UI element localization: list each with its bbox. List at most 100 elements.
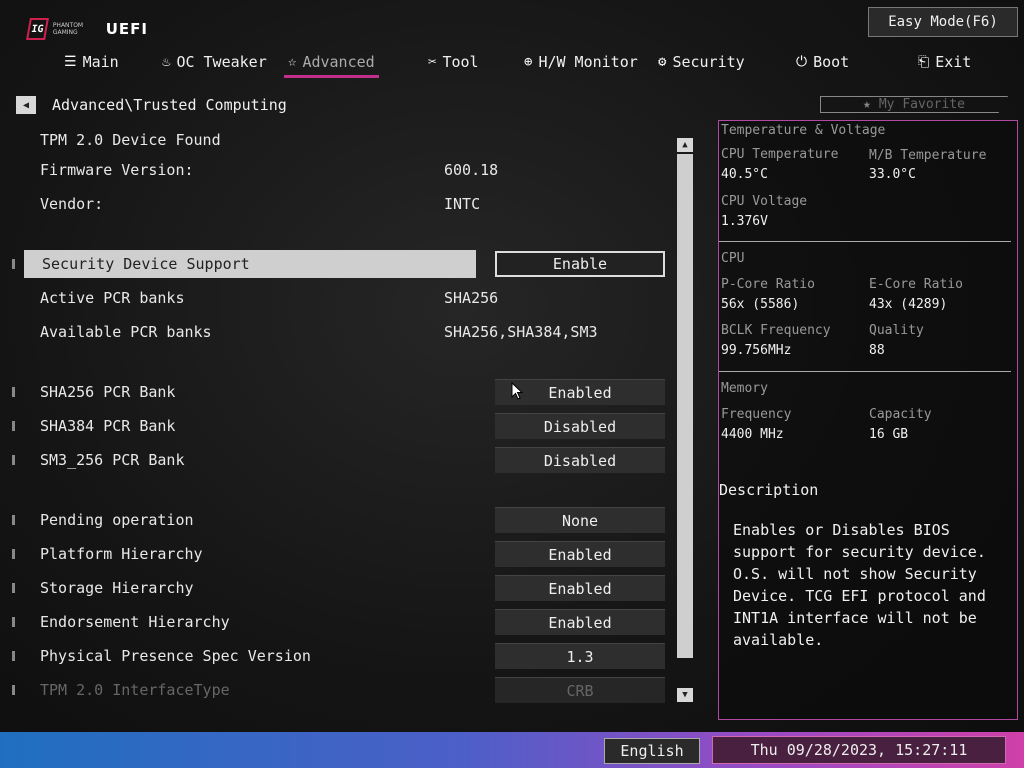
scrollbar-thumb[interactable] xyxy=(677,154,693,658)
temp-voltage-title: Temperature & Voltage xyxy=(721,123,886,138)
cpu-temp-value: 40.5°C xyxy=(721,167,768,182)
hardware-monitor-panel: Temperature & Voltage CPU Temperature 40… xyxy=(718,120,1018,720)
memory-section-title: Memory xyxy=(721,381,768,396)
globe-icon: ⊕ xyxy=(524,54,533,70)
my-favorite-label: My Favorite xyxy=(878,97,965,112)
item-marker xyxy=(12,583,15,593)
sm3-pcr-bank-option[interactable]: Disabled xyxy=(495,447,665,473)
tab-label: H/W Monitor xyxy=(538,53,638,71)
description-text: Enables or Disables BIOS support for sec… xyxy=(733,521,986,649)
setting-label: Physical Presence Spec Version xyxy=(40,647,311,665)
pcore-ratio-label: P-Core Ratio xyxy=(721,277,815,292)
tab-main[interactable]: ☰ Main xyxy=(64,48,119,76)
setting-label: Endorsement Hierarchy xyxy=(40,613,230,631)
brand-logo: IG PHANTOM GAMING UEFI xyxy=(26,14,148,44)
star-icon: ☆ xyxy=(288,54,297,70)
mouse-cursor-icon xyxy=(511,382,523,400)
cpu-voltage-value: 1.376V xyxy=(721,214,768,229)
arrow-up-icon: ▲ xyxy=(682,140,688,150)
setting-sm3-pcr-bank[interactable]: SM3_256 PCR Bank Disabled xyxy=(12,446,666,474)
tpm-interface-type-option: CRB xyxy=(495,677,665,703)
tab-tool[interactable]: ✂ Tool xyxy=(428,48,479,76)
easy-mode-button[interactable]: Easy Mode(F6) xyxy=(868,7,1018,37)
main-nav: ☰ Main ♨ OC Tweaker ☆ Advanced ✂ Tool ⊕ … xyxy=(40,48,1000,78)
logo-small-text: PHANTOM GAMING xyxy=(52,22,84,36)
item-marker xyxy=(12,549,15,559)
cpu-voltage-label: CPU Voltage xyxy=(721,194,808,209)
physical-presence-spec-option[interactable]: 1.3 xyxy=(495,643,665,669)
tab-label: Main xyxy=(82,53,119,71)
tab-hw-monitor[interactable]: ⊕ H/W Monitor xyxy=(524,48,638,76)
setting-label: Available PCR banks xyxy=(40,323,212,341)
ecore-ratio-value: 43x (4289) xyxy=(869,297,948,312)
pending-operation-option[interactable]: None xyxy=(495,507,665,533)
divider xyxy=(719,241,1011,242)
firmware-value: 600.18 xyxy=(444,161,499,179)
cpu-temp-label: CPU Temperature xyxy=(721,147,839,162)
storage-hierarchy-option[interactable]: Enabled xyxy=(495,575,665,601)
phantom-gaming-logo-icon: IG xyxy=(26,18,49,40)
ecore-ratio-label: E-Core Ratio xyxy=(869,277,963,292)
item-marker xyxy=(12,685,15,695)
tab-security[interactable]: ⚙ Security xyxy=(658,48,745,76)
setting-sha256-pcr-bank[interactable]: SHA256 PCR Bank Enabled xyxy=(12,378,666,406)
my-favorite-button[interactable]: ★ My Favorite xyxy=(820,96,1008,113)
tab-label: Boot xyxy=(813,53,850,71)
tab-exit[interactable]: ⎗ Exit xyxy=(918,48,971,76)
setting-label: TPM 2.0 InterfaceType xyxy=(40,681,230,699)
setting-value: SHA256 xyxy=(444,289,499,307)
endorsement-hierarchy-option[interactable]: Enabled xyxy=(495,609,665,635)
setting-security-device-support[interactable]: Security Device Support Enable xyxy=(12,250,666,278)
item-marker xyxy=(12,259,15,269)
item-marker xyxy=(12,515,15,525)
setting-endorsement-hierarchy[interactable]: Endorsement Hierarchy Enabled xyxy=(12,608,666,636)
setting-label: Storage Hierarchy xyxy=(40,579,194,597)
firmware-label: Firmware Version: xyxy=(40,161,194,179)
mem-frequency-label: Frequency xyxy=(721,407,792,422)
tab-label: Exit xyxy=(935,53,972,71)
setting-label: Active PCR banks xyxy=(40,289,185,307)
mem-capacity-value: 16 GB xyxy=(869,427,909,442)
item-marker xyxy=(12,455,15,465)
vendor-label: Vendor: xyxy=(40,195,104,213)
tab-oc-tweaker[interactable]: ♨ OC Tweaker xyxy=(162,48,267,76)
setting-value: SHA256,SHA384,SM3 xyxy=(444,323,598,341)
setting-storage-hierarchy[interactable]: Storage Hierarchy Enabled xyxy=(12,574,666,602)
tab-label: OC Tweaker xyxy=(176,53,267,71)
language-button[interactable]: English xyxy=(604,738,700,764)
tab-label: Security xyxy=(672,53,745,71)
tpm-device-found: TPM 2.0 Device Found xyxy=(40,131,221,149)
sha384-pcr-bank-option[interactable]: Disabled xyxy=(495,413,665,439)
tab-boot[interactable]: ⏻ Boot xyxy=(796,48,849,76)
setting-sha384-pcr-bank[interactable]: SHA384 PCR Bank Disabled xyxy=(12,412,666,440)
setting-label: Platform Hierarchy xyxy=(40,545,203,563)
shield-icon: ⚙ xyxy=(658,54,667,70)
setting-physical-presence-spec[interactable]: Physical Presence Spec Version 1.3 xyxy=(12,642,666,670)
list-icon: ☰ xyxy=(64,54,77,70)
divider xyxy=(719,371,1011,372)
setting-label: SHA256 PCR Bank xyxy=(40,383,176,401)
mem-frequency-value: 4400 MHz xyxy=(721,427,784,442)
arrow-left-icon: ◀ xyxy=(22,99,30,111)
mb-temp-value: 33.0°C xyxy=(869,167,916,182)
tab-advanced[interactable]: ☆ Advanced xyxy=(284,48,379,78)
scroll-down-button[interactable]: ▼ xyxy=(677,688,693,702)
setting-active-pcr-banks: Active PCR banks SHA256 xyxy=(24,284,666,312)
platform-hierarchy-option[interactable]: Enabled xyxy=(495,541,665,567)
scroll-up-button[interactable]: ▲ xyxy=(677,138,693,152)
back-button[interactable]: ◀ xyxy=(16,96,36,114)
setting-platform-hierarchy[interactable]: Platform Hierarchy Enabled xyxy=(12,540,666,568)
bclk-label: BCLK Frequency xyxy=(721,323,831,338)
security-device-support-option[interactable]: Enable xyxy=(495,251,665,277)
date-time-display[interactable]: Thu 09/28/2023, 15:27:11 xyxy=(712,736,1006,764)
cpu-section-title: CPU xyxy=(721,251,745,266)
setting-label: Security Device Support xyxy=(42,255,250,273)
setting-pending-operation[interactable]: Pending operation None xyxy=(12,506,666,534)
mem-capacity-label: Capacity xyxy=(869,407,932,422)
item-marker xyxy=(12,617,15,627)
description-title: Description xyxy=(719,481,819,499)
power-icon: ⏻ xyxy=(796,54,808,70)
bclk-value: 99.756MHz xyxy=(721,343,792,358)
tab-label: Tool xyxy=(442,53,479,71)
arrow-down-icon: ▼ xyxy=(682,690,688,700)
